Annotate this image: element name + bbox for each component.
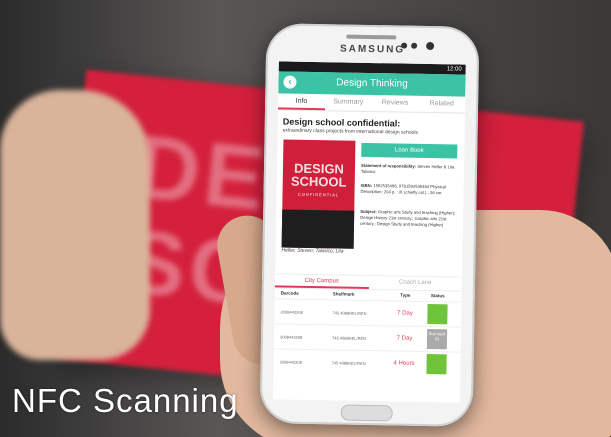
phone: SAMSUNG 12:00 ‹ Design Thinking Info Sum…: [259, 23, 480, 427]
page-title: Design Thinking: [336, 77, 408, 90]
home-button[interactable]: [340, 404, 393, 422]
subject-detail: Subject: Graphic arts Study and teaching…: [360, 209, 458, 229]
sensor-icon: [411, 42, 418, 49]
tab-coach-lane[interactable]: Coach Lane: [368, 276, 462, 291]
header-shelfmark: Shelfmark: [332, 291, 355, 297]
isbn-value: 1592535496, 9781592535484 Physical Descr…: [360, 183, 446, 196]
type-cell: 7 Day: [396, 335, 413, 342]
header-barcode: Barcode: [280, 290, 299, 296]
type-cell: 4 Hours: [393, 360, 415, 367]
table-row[interactable]: 2008443208 745.4088HEL/REN 7 Day: [274, 298, 462, 327]
sensor-icon: [401, 42, 408, 49]
tab-city-campus[interactable]: City Campus: [274, 274, 369, 289]
phone-brand: SAMSUNG: [339, 43, 406, 56]
tab-related[interactable]: Related: [418, 96, 465, 113]
isbn-detail: ISBN: 1592535496, 9781592535484 Physical…: [361, 183, 459, 197]
cover-subtitle: CONFIDENTIAL: [297, 191, 340, 198]
status-available-badge: [427, 304, 448, 325]
loan-book-button[interactable]: Loan Book: [361, 142, 458, 159]
tab-summary[interactable]: Summary: [325, 94, 372, 111]
phone-screen: 12:00 ‹ Design Thinking Info Summary Rev…: [272, 61, 466, 403]
background-photo: DESCH SAMSUNG 12:00 ‹ Design Thinking In…: [0, 0, 611, 437]
cover-band: [281, 209, 355, 249]
status-time: 12:00: [446, 66, 462, 73]
statement-detail: Statement of responsibility: Steven Hell…: [361, 163, 459, 177]
book-cover: DESIGN SCHOOL CONFIDENTIAL: [281, 139, 356, 249]
statement-label: Statement of responsibility:: [360, 162, 417, 169]
status-available-badge: [426, 354, 447, 375]
tab-reviews[interactable]: Reviews: [371, 95, 418, 112]
speaker-grille: [346, 34, 397, 40]
header-type: Type: [400, 292, 411, 298]
nfc-caption: NFC Scanning: [12, 382, 239, 419]
table-row[interactable]: 2008443208 745.4088HEL/REN 7 Day Due bac…: [273, 323, 462, 352]
left-hand: [0, 90, 150, 360]
tab-bar: Info Summary Reviews Related: [277, 93, 466, 114]
cover-title: DESIGN SCHOOL: [290, 160, 347, 190]
barcode-cell: 2008443208: [279, 333, 303, 340]
book-info: DESIGN SCHOOL CONFIDENTIAL Heller, Steve…: [275, 133, 464, 276]
app-header: ‹ Design Thinking: [278, 71, 466, 97]
barcode-cell: 2008443208: [280, 308, 303, 315]
shelfmark-cell: 745.4088HEL/REN: [331, 359, 366, 366]
shelfmark-cell: 745.4088HEL/REN: [331, 334, 367, 341]
barcode-cell: 2008443208: [279, 358, 302, 365]
subject-label: Subject:: [360, 208, 377, 215]
shelfmark-cell: 745.4088HEL/REN: [332, 309, 367, 316]
header-status: Status: [430, 293, 445, 299]
author-caption: Heller, Steven; Talarico, Lita: [281, 247, 344, 255]
tab-info[interactable]: Info: [278, 93, 326, 111]
camera-icon: [426, 41, 435, 51]
status-due-badge: Due back 23: [426, 329, 448, 350]
type-cell: 7 Day: [397, 310, 413, 317]
table-row[interactable]: 2008443208 745.4088HEL/REN 4 Hours: [273, 348, 461, 377]
isbn-label: ISBN:: [360, 182, 373, 189]
